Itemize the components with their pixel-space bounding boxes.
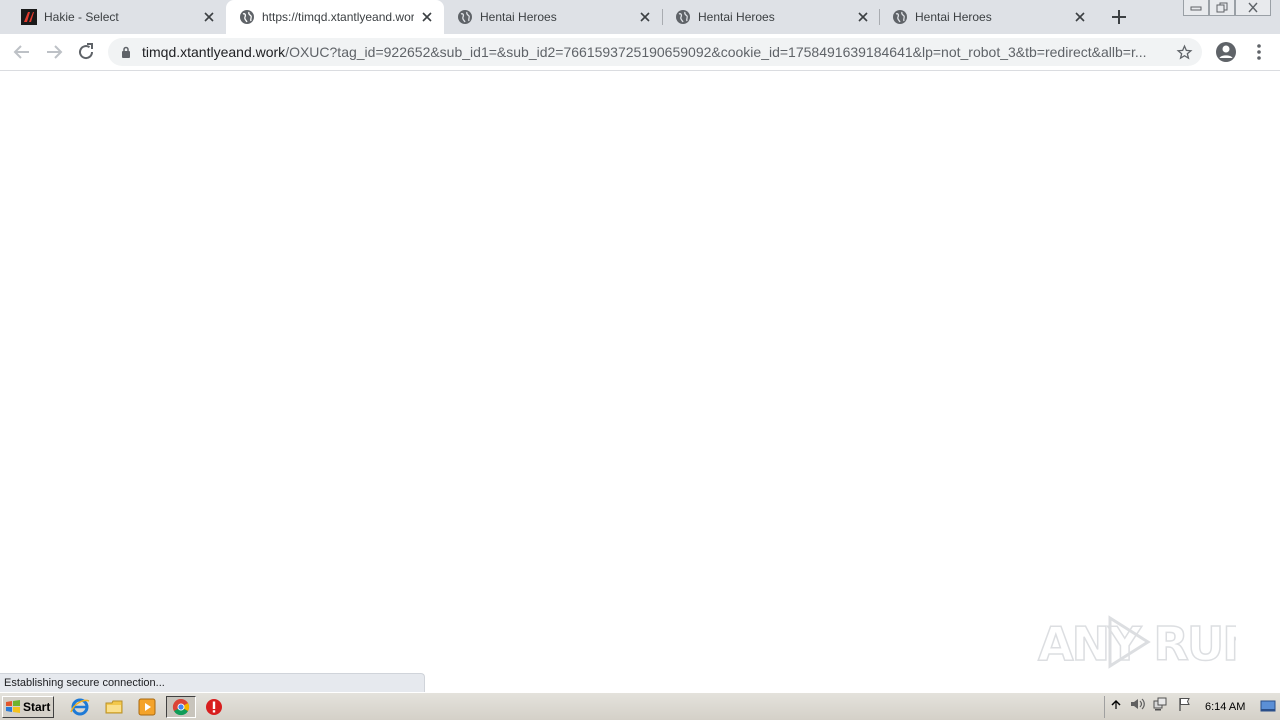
status-bubble: Establishing secure connection...: [0, 673, 425, 692]
profile-avatar-icon[interactable]: [1214, 40, 1238, 64]
url-path: /OXUC?tag_id=922652&sub_id1=&sub_id2=766…: [285, 44, 1147, 60]
bookmark-star-icon[interactable]: [1176, 44, 1193, 61]
close-tab-icon[interactable]: [638, 10, 652, 24]
tab-title: Hentai Heroes: [698, 10, 775, 24]
close-window-button[interactable]: [1235, 0, 1271, 16]
tab-hentai-heroes-1[interactable]: Hentai Heroes: [444, 0, 662, 34]
tab-title: Hentai Heroes: [480, 10, 557, 24]
lock-icon[interactable]: [120, 46, 132, 58]
tab-title: Hakie - Select: [44, 10, 119, 24]
url-host: timqd.xtantlyeand.work: [142, 44, 286, 60]
new-tab-plus-icon[interactable]: [1109, 7, 1129, 27]
forward-arrow-icon[interactable]: [42, 40, 66, 64]
page-content: ANY RUN Establishing secure connection..…: [0, 72, 1280, 692]
watermark-text: ANY RUN: [1038, 617, 1236, 671]
start-button[interactable]: Start: [2, 696, 54, 718]
windows-taskbar: Start 6:14 AM: [0, 692, 1280, 720]
tab-title: Hentai Heroes: [915, 10, 992, 24]
show-hidden-icons-chevron-icon[interactable]: [1108, 696, 1124, 712]
menu-kebab-icon[interactable]: [1247, 40, 1271, 64]
show-desktop-icon[interactable]: [1260, 698, 1276, 714]
chrome-icon: [172, 698, 190, 716]
restore-button[interactable]: [1209, 0, 1235, 16]
media-player-icon[interactable]: [137, 697, 157, 717]
globe-icon: [893, 10, 907, 24]
close-tab-icon[interactable]: [1073, 10, 1087, 24]
url-text[interactable]: timqd.xtantlyeand.work/OXUC?tag_id=92265…: [142, 44, 1164, 60]
tab-hentai-heroes-3[interactable]: Hentai Heroes: [879, 0, 1097, 34]
browser-toolbar: timqd.xtantlyeand.work/OXUC?tag_id=92265…: [0, 34, 1280, 71]
volume-icon[interactable]: [1129, 696, 1145, 712]
stop-icon[interactable]: [204, 697, 224, 717]
hakie-logo-icon: [21, 9, 37, 25]
network-icon[interactable]: [1152, 696, 1168, 712]
restore-icon: [1216, 2, 1228, 13]
tab-hakie-select[interactable]: Hakie - Select: [8, 0, 226, 34]
minimize-icon: [1190, 6, 1202, 11]
windows-flag-icon: [6, 700, 20, 713]
internet-explorer-icon[interactable]: [70, 697, 90, 717]
reload-icon[interactable]: [74, 40, 98, 64]
close-tab-icon[interactable]: [856, 10, 870, 24]
taskbar-clock[interactable]: 6:14 AM: [1205, 701, 1245, 713]
globe-icon: [458, 10, 472, 24]
action-center-flag-icon[interactable]: [1177, 696, 1193, 712]
minimize-button[interactable]: [1183, 0, 1209, 16]
start-label: Start: [23, 700, 51, 714]
close-icon: [1248, 2, 1258, 13]
close-tab-icon[interactable]: [420, 10, 434, 24]
tab-active-timqd[interactable]: https://timqd.xtantlyeand.work/OXUC: [226, 0, 444, 34]
back-arrow-icon[interactable]: [10, 40, 34, 64]
anyrun-watermark: ANY RUN: [1037, 615, 1236, 672]
tab-hentai-heroes-2[interactable]: Hentai Heroes: [662, 0, 880, 34]
file-explorer-icon[interactable]: [104, 697, 124, 717]
tab-strip: Hakie - Select https://timqd.xtantlyeand…: [0, 0, 1280, 34]
close-tab-icon[interactable]: [202, 10, 216, 24]
globe-icon: [240, 10, 254, 24]
tab-title: https://timqd.xtantlyeand.work/OXUC: [262, 10, 414, 24]
globe-icon: [676, 10, 690, 24]
address-bar[interactable]: timqd.xtantlyeand.work/OXUC?tag_id=92265…: [108, 38, 1202, 66]
